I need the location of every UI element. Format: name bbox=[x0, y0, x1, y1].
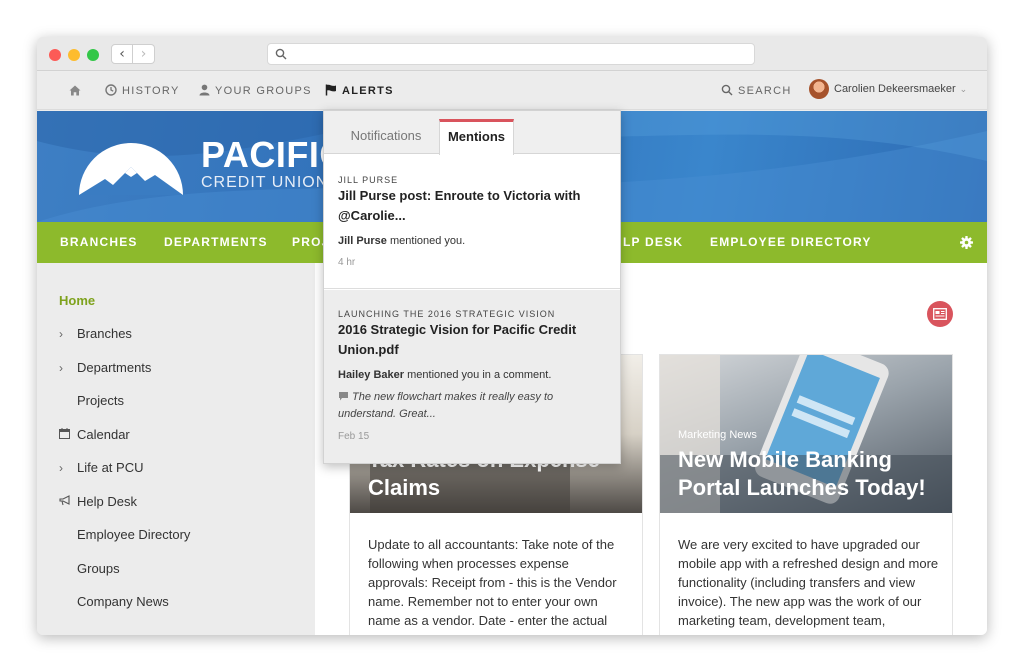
mention-quote-text: The new flowchart makes it really easy t… bbox=[338, 391, 554, 420]
sidebar-item-label: Groups bbox=[77, 561, 120, 576]
mention-actor: Jill Purse bbox=[338, 235, 387, 247]
news-card-title: New Mobile Banking Portal Launches Today… bbox=[678, 447, 926, 500]
history-nav-button[interactable]: HISTORY bbox=[105, 72, 180, 110]
mention-description: Hailey Baker mentioned you in a comment. bbox=[338, 369, 610, 381]
alerts-dropdown: Notifications Mentions JILL PURSE Jill P… bbox=[323, 110, 621, 464]
sidebar-item-label: Projects bbox=[77, 393, 124, 408]
gear-icon[interactable] bbox=[960, 236, 973, 249]
home-nav-button[interactable] bbox=[69, 72, 86, 110]
close-window-button[interactable] bbox=[49, 49, 61, 61]
alerts-nav-button[interactable]: ALERTS bbox=[325, 72, 394, 110]
address-bar[interactable] bbox=[267, 43, 755, 65]
mountain-logo-icon bbox=[79, 143, 183, 195]
sidebar-item-groups[interactable]: Groups bbox=[59, 561, 120, 576]
sidebar: Home › Branches › Departments Projects Cal… bbox=[37, 263, 315, 635]
user-icon bbox=[199, 84, 210, 96]
news-card[interactable]: Marketing News New Mobile Banking Portal… bbox=[659, 354, 953, 635]
news-card-body: We are very excited to have upgraded our… bbox=[678, 537, 939, 628]
chevron-right-icon: › bbox=[59, 361, 63, 375]
sidebar-item-label: Employee Directory bbox=[77, 527, 191, 542]
minimize-window-button[interactable] bbox=[68, 49, 80, 61]
news-card-category: Marketing News bbox=[678, 429, 757, 441]
mention-item[interactable]: LAUNCHING THE 2016 STRATEGIC VISION 2016… bbox=[324, 290, 620, 463]
mention-time: 4 hr bbox=[338, 257, 356, 268]
sidebar-item-calendar[interactable]: Calendar bbox=[59, 427, 130, 442]
sidebar-item-label: Calendar bbox=[77, 427, 130, 442]
tab-notifications[interactable]: Notifications bbox=[336, 119, 436, 155]
mention-kicker: LAUNCHING THE 2016 STRATEGIC VISION bbox=[338, 309, 556, 319]
avatar bbox=[809, 79, 829, 99]
sidebar-item-label: Home bbox=[59, 293, 96, 308]
clock-icon bbox=[105, 84, 117, 96]
sidebar-item-label: Departments bbox=[77, 360, 152, 375]
sidebar-item-life-at-pcu[interactable]: › Life at PCU bbox=[59, 460, 143, 475]
news-card-body: Update to all accountants: Take note of … bbox=[368, 537, 617, 628]
browser-window: ‹ › HISTORY YOUR GROUPS ALERTS SEARCH Ca… bbox=[37, 37, 987, 635]
sidebar-item-departments[interactable]: › Departments bbox=[59, 360, 151, 375]
mention-title: 2016 Strategic Vision for Pacific Credit… bbox=[338, 322, 577, 357]
alerts-label: ALERTS bbox=[342, 85, 394, 97]
nav-branches[interactable]: BRANCHES bbox=[60, 222, 138, 263]
nav-help-desk[interactable]: LP DESK bbox=[623, 222, 683, 263]
news-view-button[interactable] bbox=[927, 301, 953, 327]
mention-actor: Hailey Baker bbox=[338, 369, 405, 381]
megaphone-icon bbox=[59, 495, 77, 509]
user-menu[interactable]: Carolien Dekeersmaeker ⌄ bbox=[809, 79, 967, 103]
history-label: HISTORY bbox=[122, 85, 180, 97]
search-nav-button[interactable]: SEARCH bbox=[721, 72, 792, 110]
chevron-right-icon: › bbox=[59, 327, 63, 341]
logo-subtitle: CREDIT UNION bbox=[201, 174, 329, 191]
tab-mentions[interactable]: Mentions bbox=[439, 119, 514, 155]
chevron-down-icon: ⌄ bbox=[959, 83, 968, 94]
mention-time: Feb 15 bbox=[338, 431, 370, 442]
mention-action: mentioned you in a comment. bbox=[407, 369, 552, 381]
forward-button[interactable]: › bbox=[133, 44, 155, 64]
mention-action: mentioned you. bbox=[389, 235, 466, 247]
chevron-right-icon: › bbox=[59, 461, 63, 475]
sidebar-item-help-desk[interactable]: Help Desk bbox=[59, 494, 137, 509]
calendar-icon bbox=[59, 428, 77, 442]
user-name: Carolien Dekeersmaeker bbox=[834, 83, 956, 95]
search-icon bbox=[275, 48, 287, 60]
sidebar-item-projects[interactable]: Projects bbox=[59, 393, 124, 408]
sidebar-item-label: Branches bbox=[77, 326, 132, 341]
browser-titlebar: ‹ › bbox=[37, 37, 987, 71]
mention-quote: The new flowchart makes it really easy t… bbox=[338, 389, 588, 423]
search-icon bbox=[721, 84, 733, 96]
nav-employee-directory[interactable]: EMPLOYEE DIRECTORY bbox=[710, 222, 872, 263]
sidebar-item-branches[interactable]: › Branches bbox=[59, 326, 132, 341]
sidebar-item-label: Help Desk bbox=[77, 494, 137, 509]
sidebar-item-label: Company News bbox=[77, 594, 169, 609]
flag-icon bbox=[325, 84, 336, 96]
comment-icon bbox=[339, 392, 348, 401]
mention-kicker: JILL PURSE bbox=[338, 175, 399, 185]
sidebar-item-company-news[interactable]: Company News bbox=[59, 594, 169, 609]
newspaper-icon bbox=[933, 308, 947, 320]
your-groups-nav-button[interactable]: YOUR GROUPS bbox=[199, 72, 312, 110]
home-icon bbox=[69, 85, 81, 96]
sidebar-item-home[interactable]: Home bbox=[59, 293, 95, 308]
sidebar-item-label: Life at PCU bbox=[77, 460, 144, 475]
alerts-tabs: Notifications Mentions bbox=[324, 111, 620, 155]
nav-departments[interactable]: DEPARTMENTS bbox=[164, 222, 268, 263]
top-navigation: HISTORY YOUR GROUPS ALERTS SEARCH Caroli… bbox=[37, 72, 987, 110]
your-groups-label: YOUR GROUPS bbox=[215, 85, 312, 97]
search-label: SEARCH bbox=[738, 85, 792, 97]
maximize-window-button[interactable] bbox=[87, 49, 99, 61]
back-button[interactable]: ‹ bbox=[111, 44, 133, 64]
sidebar-item-employee-directory[interactable]: Employee Directory bbox=[59, 527, 190, 542]
mention-item[interactable]: JILL PURSE Jill Purse post: Enroute to V… bbox=[324, 155, 620, 289]
mention-title: Jill Purse post: Enroute to Victoria wit… bbox=[338, 188, 581, 223]
mention-description: Jill Purse mentioned you. bbox=[338, 235, 610, 247]
